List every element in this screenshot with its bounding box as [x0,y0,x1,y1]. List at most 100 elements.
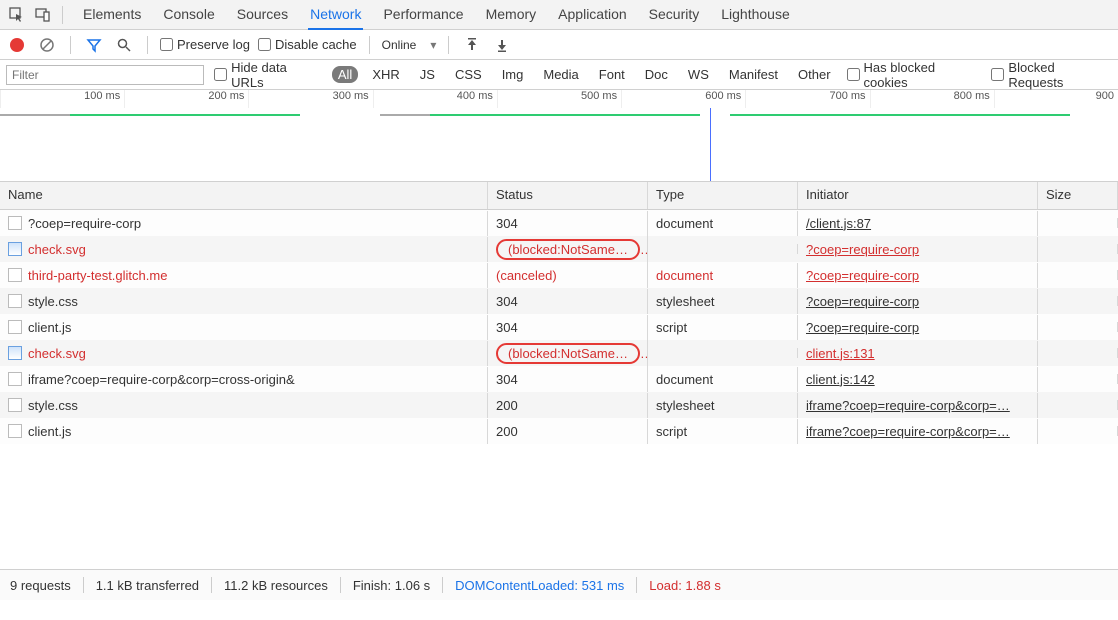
filter-type-other[interactable]: Other [792,66,837,83]
search-icon[interactable] [113,34,135,56]
table-row[interactable]: check.svg(blocked:NotSame…client.js:131 [0,340,1118,366]
tab-security[interactable]: Security [647,0,702,30]
tick-label: 300 ms [248,90,372,108]
has-blocked-cookies-checkbox[interactable]: Has blocked cookies [847,60,982,90]
filter-type-manifest[interactable]: Manifest [723,66,784,83]
filter-type-xhr[interactable]: XHR [366,66,405,83]
network-toolbar: Preserve log Disable cache Online ▾ [0,30,1118,60]
request-size [1038,400,1118,410]
tab-lighthouse[interactable]: Lighthouse [719,0,792,30]
record-button[interactable] [6,34,28,56]
initiator-link[interactable]: /client.js:87 [806,216,871,231]
request-type: script [648,419,798,444]
col-type[interactable]: Type [648,182,798,209]
upload-icon[interactable] [461,34,483,56]
filter-type-js[interactable]: JS [414,66,441,83]
request-status: (canceled) [488,263,648,288]
table-row[interactable]: client.js304script?coep=require-corp [0,314,1118,340]
preserve-log-input[interactable] [160,38,173,51]
initiator-link[interactable]: ?coep=require-corp [806,268,919,283]
table-row[interactable]: client.js 200script iframe?coep=require-co… [0,418,1118,444]
request-name: third-party-test.glitch.me [28,268,167,283]
timeline-overview[interactable]: 100 ms200 ms300 ms400 ms500 ms600 ms700 … [0,90,1118,182]
request-name: iframe?coep=require-corp&corp=cross-orig… [28,372,295,387]
table-row[interactable]: third-party-test.glitch.me(canceled)docu… [0,262,1118,288]
transferred-size: 1.1 kB transferred [96,578,199,593]
device-toggle-icon[interactable] [32,4,54,26]
inspect-icon[interactable] [6,4,28,26]
divider [83,577,84,593]
has-blocked-cookies-input[interactable] [847,68,860,81]
initiator-link[interactable]: iframe?coep=require-corp&corp=… [806,424,1010,439]
tab-application[interactable]: Application [556,0,629,30]
table-row[interactable]: iframe?coep=require-corp&corp=cross-orig… [0,366,1118,392]
divider [636,577,637,593]
blocked-requests-input[interactable] [991,68,1004,81]
throttle-value: Online [382,38,417,52]
request-status: 304 [488,315,648,340]
blocked-requests-checkbox[interactable]: Blocked Requests [991,60,1112,90]
table-row[interactable]: style.css200stylesheetiframe?coep=requir… [0,392,1118,418]
resources-size: 11.2 kB resources [224,578,328,593]
initiator-link[interactable]: client.js:131 [806,346,875,361]
filter-type-doc[interactable]: Doc [639,66,674,83]
filter-type-all[interactable]: All [332,66,358,83]
document-file-icon [8,398,22,412]
filter-input[interactable] [6,65,204,85]
col-status[interactable]: Status [488,182,648,209]
filter-type-css[interactable]: CSS [449,66,488,83]
filter-type-ws[interactable]: WS [682,66,715,83]
tab-elements[interactable]: Elements [81,0,143,30]
initiator-link[interactable]: ?coep=require-corp [806,242,919,257]
tab-network[interactable]: Network [308,0,363,30]
table-body: ?coep=require-corp304document/client.js:… [0,210,1118,444]
hide-data-urls-input[interactable] [214,68,227,81]
table-row[interactable]: style.css304stylesheet?coep=require-corp [0,288,1118,314]
timeline-body [0,108,1118,182]
initiator-link[interactable]: ?coep=require-corp [806,320,919,335]
preserve-log-checkbox[interactable]: Preserve log [160,37,250,52]
document-file-icon [8,320,22,334]
col-name[interactable]: Name [0,182,488,209]
filter-type-font[interactable]: Font [593,66,631,83]
throttle-select[interactable]: Online ▾ [382,38,437,52]
table-row[interactable]: ?coep=require-corp304document/client.js:… [0,210,1118,236]
request-status: (blocked:NotSame… [488,338,648,369]
request-status: 200 [488,393,648,418]
request-status: 304 [488,367,648,392]
tick-label: 200 ms [124,90,248,108]
filter-type-img[interactable]: Img [496,66,530,83]
initiator-link[interactable]: iframe?coep=require-corp&corp=… [806,398,1010,413]
tab-memory[interactable]: Memory [484,0,539,30]
request-status: (blocked:NotSame… [488,234,648,265]
request-table: Name Status Type Initiator Size ?coep=re… [0,182,1118,570]
divider [70,36,71,54]
col-size[interactable]: Size [1038,182,1118,209]
disable-cache-input[interactable] [258,38,271,51]
initiator-link[interactable]: client.js:142 [806,372,875,387]
col-initiator[interactable]: Initiator [798,182,1038,209]
clear-icon[interactable] [36,34,58,56]
divider [147,36,148,54]
filter-type-media[interactable]: Media [537,66,584,83]
tab-performance[interactable]: Performance [381,0,465,30]
tab-sources[interactable]: Sources [235,0,290,30]
disable-cache-checkbox[interactable]: Disable cache [258,37,357,52]
table-row[interactable]: check.svg(blocked:NotSame…?coep=require-… [0,236,1118,262]
preserve-log-label: Preserve log [177,37,250,52]
divider [62,6,63,24]
request-size [1038,270,1118,280]
tick-label: 400 ms [373,90,497,108]
download-icon[interactable] [491,34,513,56]
request-type: stylesheet [648,393,798,418]
initiator-link[interactable]: ?coep=require-corp [806,294,919,309]
request-name: client.js [28,424,71,439]
request-type: stylesheet [648,289,798,314]
filter-toggle-icon[interactable] [83,34,105,56]
hide-data-urls-checkbox[interactable]: Hide data URLs [214,60,322,90]
request-size [1038,426,1118,436]
request-status: 200 [488,419,648,444]
hide-data-urls-label: Hide data URLs [231,60,322,90]
tab-console[interactable]: Console [161,0,216,30]
blocked-requests-label: Blocked Requests [1008,60,1112,90]
